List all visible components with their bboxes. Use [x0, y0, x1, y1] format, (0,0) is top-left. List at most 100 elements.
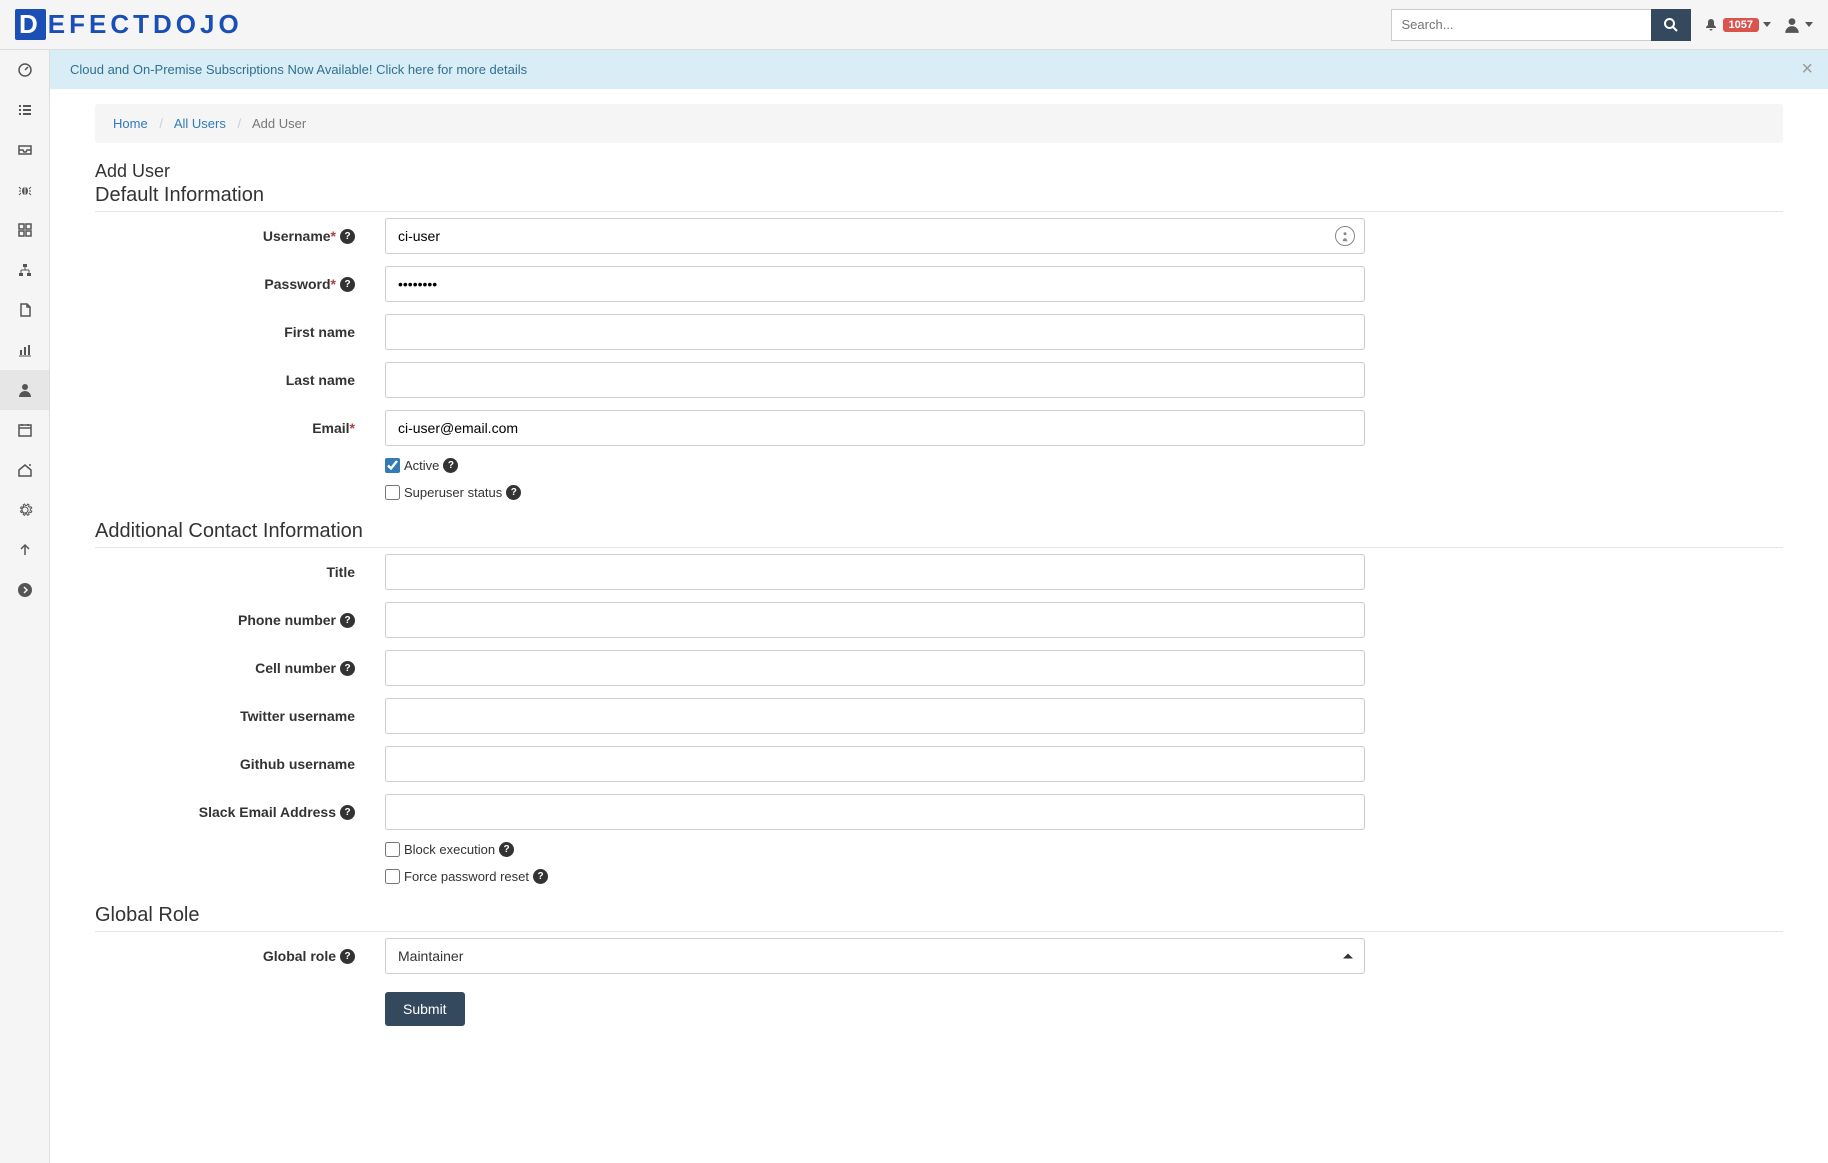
breadcrumb-sep: / — [151, 116, 171, 131]
document-icon — [17, 302, 33, 318]
label-global-role: Global role ? — [95, 948, 385, 964]
house-flag-icon — [17, 462, 33, 478]
block-exec-checkbox[interactable] — [385, 842, 400, 857]
help-icon[interactable]: ? — [340, 613, 355, 628]
row-first-name: First name — [95, 314, 1783, 350]
superuser-checkbox[interactable] — [385, 485, 400, 500]
alert-text: Cloud and On-Premise Subscriptions Now A… — [70, 62, 527, 77]
sidebar-item-components[interactable] — [0, 210, 49, 250]
info-alert[interactable]: Cloud and On-Premise Subscriptions Now A… — [50, 50, 1828, 89]
sidebar-item-list[interactable] — [0, 90, 49, 130]
row-last-name: Last name — [95, 362, 1783, 398]
github-input[interactable] — [385, 746, 1365, 782]
caret-down-icon — [1763, 22, 1771, 27]
content: Home / All Users / Add User Add User Def… — [50, 89, 1828, 1041]
row-username: Username* ? — [95, 218, 1783, 254]
breadcrumb: Home / All Users / Add User — [95, 104, 1783, 143]
grid-icon — [17, 222, 33, 238]
sidebar-item-calendar[interactable] — [0, 410, 49, 450]
help-icon[interactable]: ? — [506, 485, 521, 500]
sidebar-item-dashboard[interactable] — [0, 50, 49, 90]
sidebar-item-users[interactable] — [0, 370, 49, 410]
label-github: Github username — [95, 756, 385, 772]
logo[interactable]: DEFECTDOJO — [15, 9, 243, 40]
help-icon[interactable]: ? — [340, 805, 355, 820]
sitemap-icon — [17, 262, 33, 278]
required-mark: * — [331, 228, 336, 244]
global-role-select[interactable]: Maintainer — [385, 938, 1365, 974]
password-input[interactable] — [385, 266, 1365, 302]
help-icon[interactable]: ? — [340, 661, 355, 676]
user-icon — [1783, 16, 1801, 34]
superuser-label[interactable]: Superuser status ? — [385, 485, 521, 500]
alert-close-button[interactable]: × — [1801, 58, 1813, 81]
phone-input[interactable] — [385, 602, 1365, 638]
section-global-role: Global Role — [95, 904, 1783, 932]
label-username: Username* ? — [95, 228, 385, 244]
active-checkbox[interactable] — [385, 458, 400, 473]
sidebar-item-engagements[interactable] — [0, 450, 49, 490]
row-cell: Cell number ? — [95, 650, 1783, 686]
sidebar-item-endpoints[interactable] — [0, 250, 49, 290]
active-label[interactable]: Active ? — [385, 458, 458, 473]
breadcrumb-all-users[interactable]: All Users — [174, 116, 226, 131]
user-icon — [17, 382, 33, 398]
sidebar-item-upgrade[interactable] — [0, 530, 49, 570]
help-icon[interactable]: ? — [340, 229, 355, 244]
label-first-name: First name — [95, 324, 385, 340]
logo-text: EFECTDOJO — [48, 9, 243, 39]
help-icon[interactable]: ? — [533, 869, 548, 884]
sidebar-item-findings[interactable] — [0, 170, 49, 210]
caret-down-icon — [1805, 22, 1813, 27]
search-icon — [1663, 17, 1679, 33]
list-icon — [17, 102, 33, 118]
title-input[interactable] — [385, 554, 1365, 590]
search-button[interactable] — [1651, 9, 1691, 41]
breadcrumb-current: Add User — [252, 116, 306, 131]
sidebar-item-reports[interactable] — [0, 290, 49, 330]
topbar-right: 1057 — [1391, 9, 1813, 41]
row-superuser: Superuser status ? — [95, 485, 1783, 500]
submit-row: Submit — [95, 992, 1783, 1026]
label-title: Title — [95, 564, 385, 580]
help-icon[interactable]: ? — [340, 949, 355, 964]
sidebar-item-settings[interactable] — [0, 490, 49, 530]
slack-input[interactable] — [385, 794, 1365, 830]
sidebar-item-collapse[interactable] — [0, 570, 49, 610]
notifications-menu[interactable]: 1057 — [1703, 17, 1771, 33]
notification-badge: 1057 — [1723, 18, 1759, 32]
submit-button[interactable]: Submit — [385, 992, 465, 1026]
layout: Cloud and On-Premise Subscriptions Now A… — [0, 50, 1828, 1163]
row-twitter: Twitter username — [95, 698, 1783, 734]
sidebar-item-inbox[interactable] — [0, 130, 49, 170]
breadcrumb-home[interactable]: Home — [113, 116, 148, 131]
last-name-input[interactable] — [385, 362, 1365, 398]
search-input[interactable] — [1391, 9, 1651, 41]
search-wrap — [1391, 9, 1691, 41]
username-input[interactable] — [385, 218, 1365, 254]
cell-input[interactable] — [385, 650, 1365, 686]
arrow-right-circle-icon — [17, 582, 33, 598]
row-force-reset: Force password reset ? — [95, 869, 1783, 884]
email-input[interactable] — [385, 410, 1365, 446]
help-icon[interactable]: ? — [340, 277, 355, 292]
user-menu[interactable] — [1783, 16, 1813, 34]
block-exec-label[interactable]: Block execution ? — [385, 842, 514, 857]
main-content: Cloud and On-Premise Subscriptions Now A… — [50, 50, 1828, 1163]
sidebar-item-metrics[interactable] — [0, 330, 49, 370]
twitter-input[interactable] — [385, 698, 1365, 734]
help-icon[interactable]: ? — [499, 842, 514, 857]
inbox-icon — [17, 142, 33, 158]
first-name-input[interactable] — [385, 314, 1365, 350]
gauge-icon — [17, 62, 33, 78]
row-block-exec: Block execution ? — [95, 842, 1783, 857]
topbar: DEFECTDOJO 1057 — [0, 0, 1828, 50]
force-reset-label[interactable]: Force password reset ? — [385, 869, 548, 884]
help-icon[interactable]: ? — [443, 458, 458, 473]
page-title: Add User — [95, 161, 1783, 182]
row-active: Active ? — [95, 458, 1783, 473]
force-reset-checkbox[interactable] — [385, 869, 400, 884]
label-phone: Phone number ? — [95, 612, 385, 628]
breadcrumb-sep: / — [229, 116, 249, 131]
label-email: Email* — [95, 420, 385, 436]
